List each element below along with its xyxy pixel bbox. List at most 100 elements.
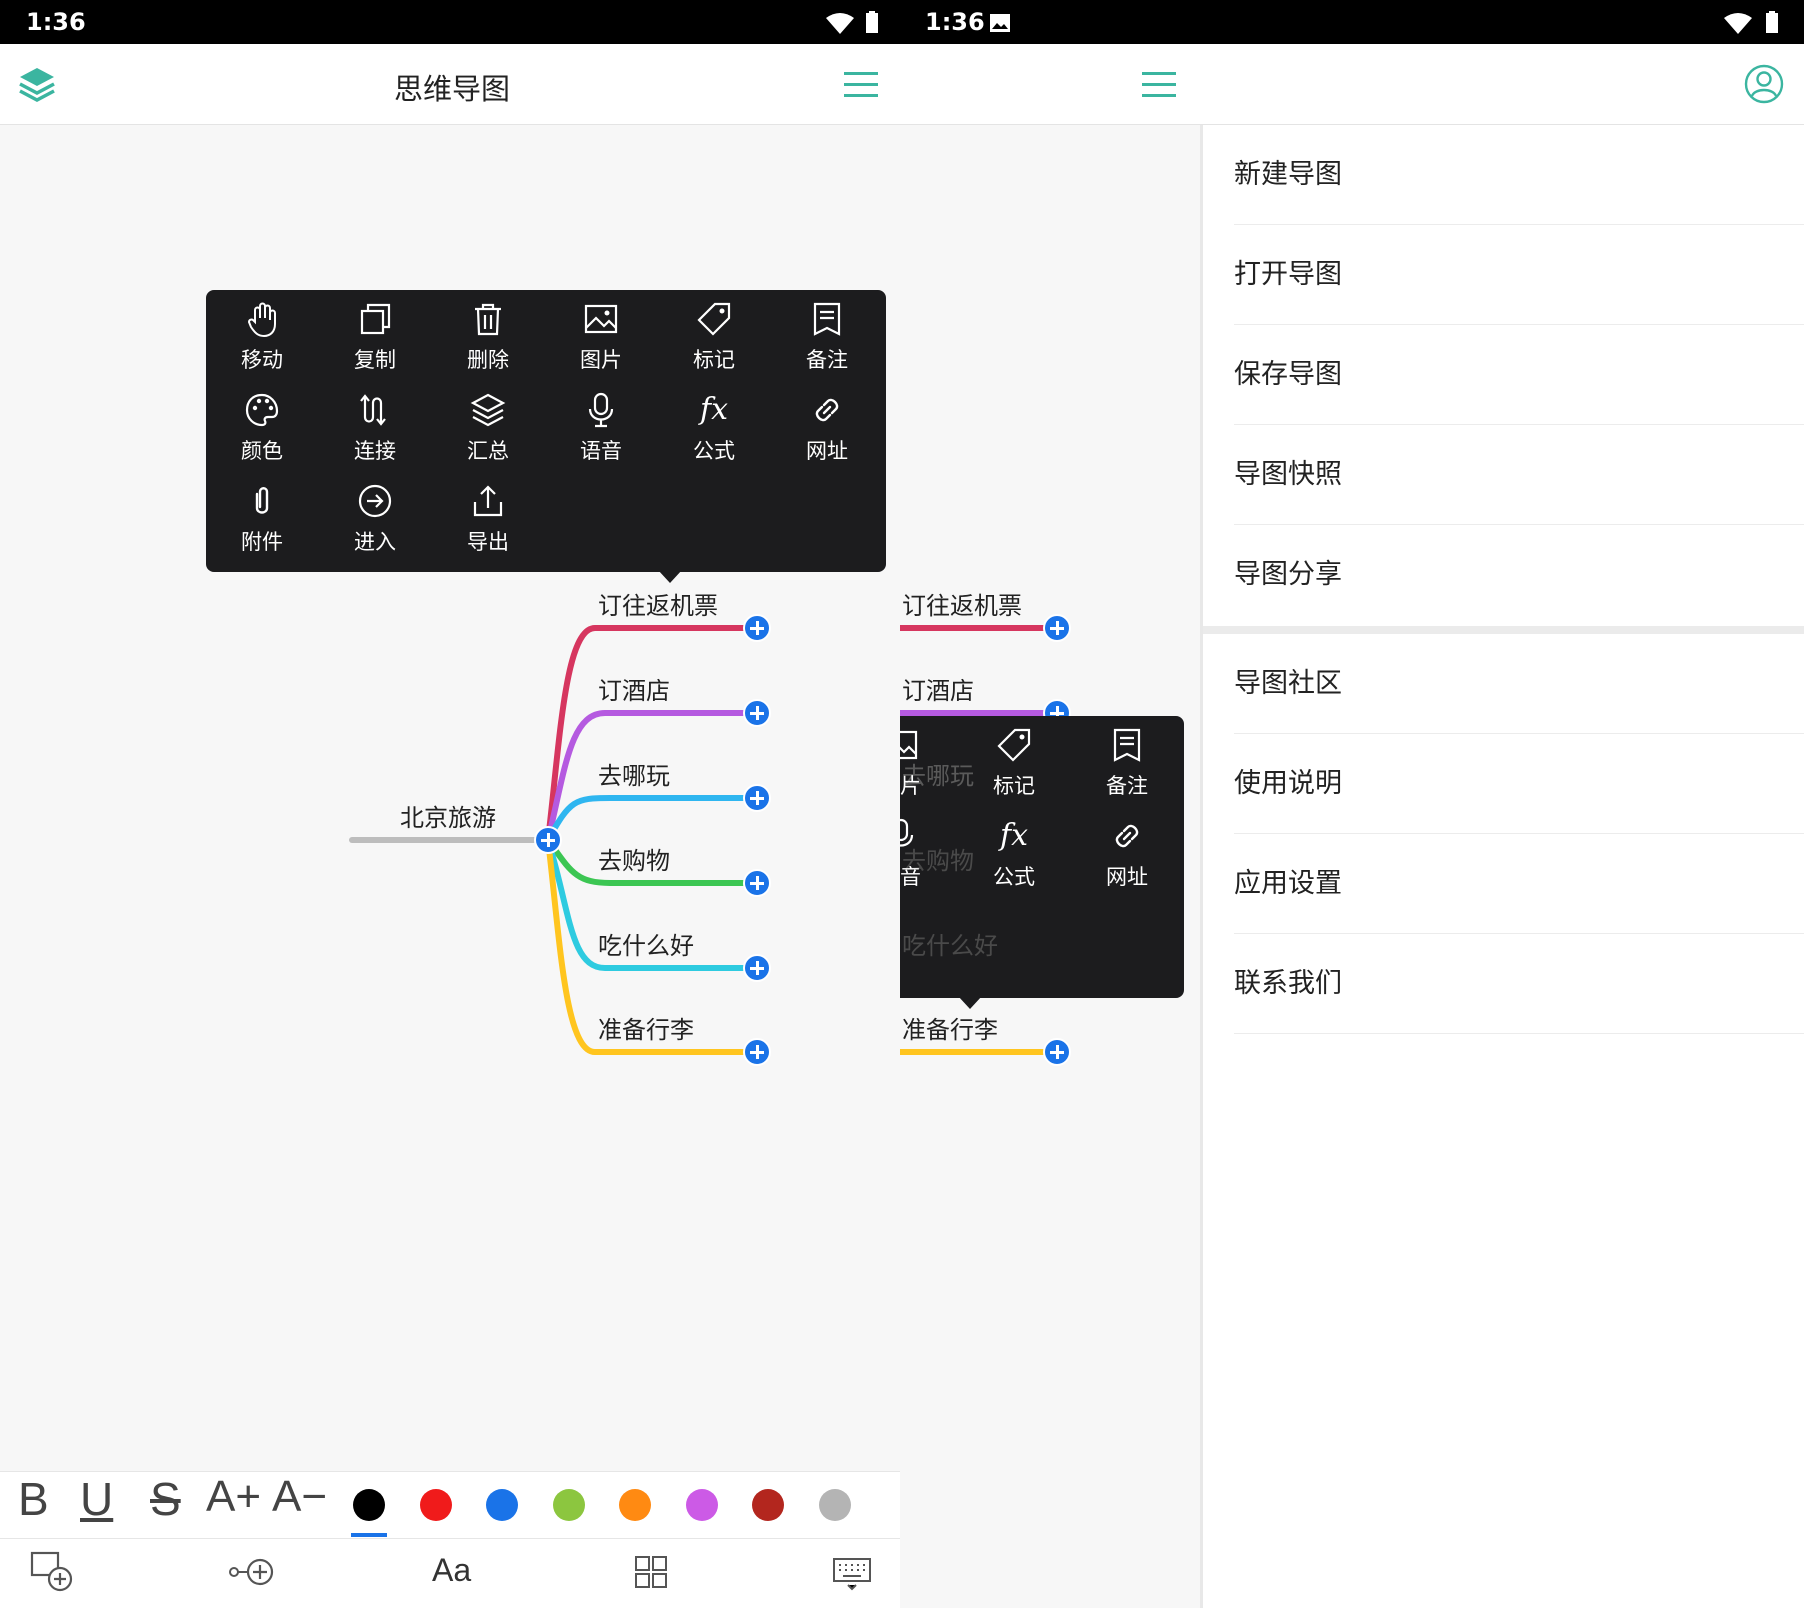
grid-layout-icon[interactable] (634, 1555, 668, 1589)
color-swatch-black[interactable] (353, 1489, 385, 1521)
color-swatch-red[interactable] (420, 1489, 452, 1521)
color-swatch-gray[interactable] (819, 1489, 851, 1521)
hamburger-menu-icon[interactable] (1142, 70, 1176, 98)
branch-label[interactable]: 吃什么好 (598, 926, 694, 961)
color-swatch-purple[interactable] (686, 1489, 718, 1521)
branch-label[interactable]: 订酒店 (598, 671, 670, 706)
branch-label[interactable]: 准备行李 (598, 1010, 694, 1045)
add-child-icon[interactable] (228, 1555, 276, 1589)
page-title: 思维导图 (394, 72, 511, 106)
popup-voice[interactable]: 语音 (551, 381, 651, 471)
wifi-icon (1724, 13, 1752, 34)
popup-link[interactable]: 网址 (777, 381, 877, 471)
tag-icon (997, 728, 1031, 762)
branch-add-button[interactable] (743, 1038, 771, 1066)
menu-instructions[interactable]: 使用说明 (1234, 734, 1804, 834)
menu-contact[interactable]: 联系我们 (1234, 934, 1804, 1034)
popup-tag[interactable]: 标记 (964, 716, 1064, 806)
arrow-right-circle-icon (358, 484, 392, 518)
popup-note[interactable]: 备注 (777, 290, 877, 380)
microphone-icon (900, 818, 914, 847)
popup-tag[interactable]: 标记 (664, 290, 764, 380)
underline-button[interactable]: U (80, 1472, 113, 1526)
user-account-icon[interactable] (1744, 64, 1784, 104)
font-size-up-button[interactable]: A+ (206, 1472, 261, 1522)
app-bar (900, 44, 1804, 125)
color-swatch-blue[interactable] (486, 1489, 518, 1521)
font-size-down-button[interactable]: A− (272, 1472, 327, 1522)
layers-logo-icon[interactable] (18, 66, 56, 102)
paperclip-icon (255, 487, 269, 514)
color-swatch-green[interactable] (553, 1489, 585, 1521)
menu-community[interactable]: 导图社区 (1234, 634, 1804, 734)
popup-summary[interactable]: 汇总 (438, 381, 538, 471)
root-add-button[interactable] (534, 826, 562, 854)
selected-color-indicator (351, 1533, 387, 1537)
microphone-icon (588, 392, 614, 428)
status-time: 1:36 (925, 8, 985, 36)
menu-divider (1203, 626, 1804, 634)
branch-label[interactable]: 去购物 (598, 841, 670, 876)
bold-button[interactable]: B (18, 1472, 49, 1526)
popup-note[interactable]: 备注 (1077, 716, 1177, 806)
connect-icon (360, 394, 386, 426)
branch-add-button[interactable] (743, 784, 771, 812)
branch-add-button[interactable] (1043, 614, 1071, 642)
branch-label[interactable]: 订往返机票 (902, 586, 1022, 621)
branch-label[interactable]: 准备行李 (902, 1010, 998, 1045)
hamburger-menu-icon[interactable] (844, 70, 878, 98)
app-bar: 思维导图 (0, 44, 900, 125)
popup-move[interactable]: 移动 (212, 290, 312, 380)
popup-copy[interactable]: 复制 (325, 290, 425, 380)
popup-link[interactable]: 网址 (1077, 807, 1177, 897)
color-swatch-darkred[interactable] (752, 1489, 784, 1521)
note-icon (813, 302, 841, 336)
popup-formula[interactable]: fx 公式 (664, 381, 764, 471)
popup-export[interactable]: 导出 (438, 472, 538, 562)
menu-share[interactable]: 导图分享 (1234, 525, 1804, 625)
branch-add-button[interactable] (743, 869, 771, 897)
status-bar: 1:36 (0, 0, 900, 44)
popup-pointer (658, 570, 682, 583)
link-icon (815, 398, 839, 422)
branch-label[interactable]: 订往返机票 (598, 586, 718, 621)
popup-enter[interactable]: 进入 (325, 472, 425, 562)
popup-formula[interactable]: fx 公式 (964, 807, 1064, 897)
node-action-popup: 移动 复制 删除 图片 标记 备注 颜色 连接 汇总 语音 fx 公式 网址 附… (206, 290, 886, 583)
branch-add-button[interactable] (743, 699, 771, 727)
keyboard-icon[interactable] (832, 1557, 872, 1591)
root-node-label[interactable]: 北京旅游 (400, 798, 496, 833)
popup-image-partial[interactable]: 片 (900, 716, 930, 806)
text-style-button[interactable]: Aa (432, 1552, 471, 1589)
branch-label[interactable]: 去哪玩 (598, 756, 670, 791)
copy-icon (360, 303, 391, 335)
image-notification-icon (990, 14, 1010, 32)
formula-icon: fx (999, 818, 1029, 853)
popup-image[interactable]: 图片 (551, 290, 651, 380)
color-swatch-orange[interactable] (619, 1489, 651, 1521)
menu-new-map[interactable]: 新建导图 (1234, 125, 1804, 225)
layers-icon (470, 393, 506, 427)
obscured-branch-label: 吃什么好 (902, 932, 998, 960)
formula-icon: fx (699, 392, 729, 427)
popup-pointer (958, 996, 982, 1009)
link-icon (1115, 824, 1139, 848)
strikethrough-button[interactable]: S (150, 1472, 181, 1526)
branch-add-button[interactable] (743, 614, 771, 642)
menu-save-map[interactable]: 保存导图 (1234, 325, 1804, 425)
menu-snapshot[interactable]: 导图快照 (1234, 425, 1804, 525)
popup-color[interactable]: 颜色 (212, 381, 312, 471)
popup-voice-partial[interactable]: 音 (900, 807, 930, 897)
status-bar: 1:36 (900, 0, 1804, 44)
note-icon (1113, 728, 1141, 762)
branch-add-button[interactable] (1043, 1038, 1071, 1066)
branch-add-button[interactable] (743, 954, 771, 982)
popup-attachment[interactable]: 附件 (212, 472, 312, 562)
add-node-icon[interactable] (30, 1551, 74, 1593)
image-icon (584, 304, 618, 334)
popup-connect[interactable]: 连接 (325, 381, 425, 471)
popup-delete[interactable]: 删除 (438, 290, 538, 380)
branch-label[interactable]: 订酒店 (902, 671, 974, 706)
menu-open-map[interactable]: 打开导图 (1234, 225, 1804, 325)
menu-settings[interactable]: 应用设置 (1234, 834, 1804, 934)
